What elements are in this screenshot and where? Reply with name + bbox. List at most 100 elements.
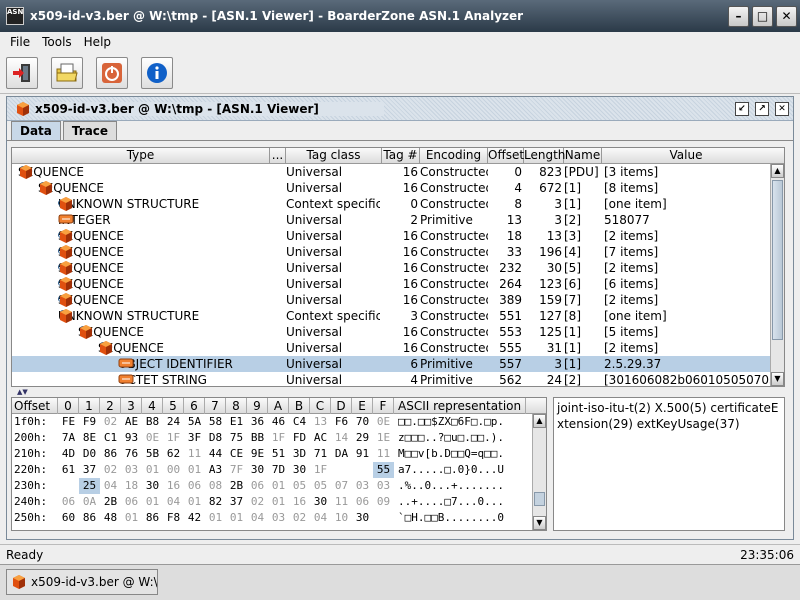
hex-byte[interactable]: 0E — [373, 414, 394, 430]
hex-byte[interactable]: 7F — [226, 462, 247, 478]
hex-byte[interactable]: 93 — [121, 430, 142, 446]
hex-byte[interactable]: 01 — [121, 510, 142, 526]
hex-byte[interactable]: 7A — [58, 430, 79, 446]
hex-byte[interactable]: 58 — [205, 414, 226, 430]
hex-byte[interactable]: 01 — [268, 478, 289, 494]
hex-byte[interactable]: 01 — [142, 462, 163, 478]
table-row[interactable]: SEQUENCE Universal 16 Constructed 33 196 [4] [7… — [12, 244, 784, 260]
hex-byte[interactable]: AE — [121, 414, 142, 430]
table-row[interactable]: UNKNOWN STRUCTURE Context specific 0 Constr… — [12, 196, 784, 212]
hex-byte[interactable]: 2B — [226, 478, 247, 494]
info-button[interactable] — [141, 56, 173, 89]
table-row[interactable]: INTEGER Universal 2 Primitive 13 3 [2] 518077 — [12, 212, 784, 228]
table-row[interactable]: OBJECT IDENTIFIER Universal 6 Primitive 557 3… — [12, 356, 784, 372]
hex-byte[interactable]: 04 — [247, 510, 268, 526]
tree-vertical-scrollbar[interactable]: ▲ ▼ — [770, 164, 784, 386]
hex-byte[interactable]: 76 — [121, 446, 142, 462]
column-name[interactable]: Name — [564, 148, 602, 164]
hex-byte[interactable]: B8 — [142, 414, 163, 430]
minimize-button[interactable]: – — [728, 5, 749, 27]
table-row[interactable]: SEQUENCE Universal 16 Constructed 18 13 [3] [2 … — [12, 228, 784, 244]
hex-byte[interactable]: 8E — [79, 430, 100, 446]
table-row[interactable]: SEQUENCE Universal 16 Constructed 264 123 [6] [… — [12, 276, 784, 292]
hex-byte[interactable]: 25 — [79, 478, 100, 494]
hex-byte[interactable]: F9 — [79, 414, 100, 430]
scroll-thumb[interactable] — [772, 180, 783, 340]
hex-byte[interactable]: BB — [247, 430, 268, 446]
hex-byte[interactable]: 06 — [58, 494, 79, 510]
table-row[interactable]: OCTET STRING Universal 4 Primitive 562 24 [2] [… — [12, 372, 784, 386]
column-tag-class[interactable]: Tag class — [286, 148, 382, 164]
hex-byte[interactable]: 04 — [100, 478, 121, 494]
hex-byte[interactable]: AC — [310, 430, 331, 446]
hex-byte[interactable]: 05 — [289, 478, 310, 494]
table-row[interactable]: SEQUENCE Universal 16 Constructed 389 159 [7] [… — [12, 292, 784, 308]
hex-byte[interactable]: 03 — [352, 478, 373, 494]
hex-byte[interactable]: 1F — [310, 462, 331, 478]
exit-button[interactable] — [6, 56, 38, 89]
hex-byte[interactable]: 11 — [331, 494, 352, 510]
hex-byte[interactable]: 06 — [184, 478, 205, 494]
hex-byte[interactable]: 9E — [247, 446, 268, 462]
hex-byte[interactable]: 16 — [163, 478, 184, 494]
viewer-maximize-button[interactable]: ↗ — [755, 101, 769, 116]
hex-byte[interactable]: 01 — [142, 494, 163, 510]
hex-byte[interactable]: 06 — [121, 494, 142, 510]
hex-byte[interactable]: 11 — [184, 446, 205, 462]
hex-byte[interactable]: 61 — [58, 462, 79, 478]
hex-byte[interactable]: 5A — [184, 414, 205, 430]
hex-byte[interactable]: 46 — [268, 414, 289, 430]
hex-vertical-scrollbar[interactable]: ▲ ▼ — [532, 414, 546, 530]
hex-byte[interactable]: CE — [226, 446, 247, 462]
scroll-down-arrow[interactable]: ▼ — [771, 372, 784, 386]
hex-byte[interactable]: 03 — [268, 510, 289, 526]
hex-byte[interactable]: 1F — [268, 430, 289, 446]
table-row[interactable]: SEQUENCE Universal 16 Constructed 4 672 [1] [8 … — [12, 180, 784, 196]
hex-byte[interactable]: 29 — [352, 430, 373, 446]
hex-byte[interactable]: 18 — [121, 478, 142, 494]
open-button[interactable] — [51, 56, 83, 89]
splitter-handle[interactable]: ▲▼ — [11, 388, 785, 396]
hex-byte[interactable]: 7D — [268, 462, 289, 478]
power-button[interactable] — [96, 56, 128, 89]
hex-byte[interactable]: E1 — [226, 414, 247, 430]
hex-byte[interactable]: 44 — [205, 446, 226, 462]
hex-byte[interactable]: 82 — [205, 494, 226, 510]
hex-byte[interactable]: 02 — [289, 510, 310, 526]
hex-byte[interactable]: 03 — [373, 478, 394, 494]
tab-trace[interactable]: Trace — [62, 121, 118, 140]
hex-byte[interactable]: 10 — [331, 510, 352, 526]
column-offset[interactable]: Offset — [488, 148, 524, 164]
table-row[interactable]: SEQUENCE Universal 16 Constructed 553 125 [1] [… — [12, 324, 784, 340]
hex-byte[interactable]: C1 — [100, 430, 121, 446]
hex-byte[interactable]: 60 — [58, 510, 79, 526]
hex-byte[interactable]: 02 — [100, 414, 121, 430]
hex-byte[interactable]: 1E — [373, 430, 394, 446]
hex-byte[interactable]: 70 — [352, 414, 373, 430]
hex-byte[interactable]: FE — [58, 414, 79, 430]
taskbar-window-item[interactable]: x509-id-v3.ber @ W:\t... — [6, 569, 158, 595]
column-value[interactable]: Value — [602, 148, 770, 164]
table-row[interactable]: SEQUENCE Universal 16 Constructed 0 823 [PDU] [… — [12, 164, 784, 180]
hex-byte[interactable]: 06 — [247, 478, 268, 494]
hex-byte[interactable]: 30 — [310, 494, 331, 510]
hex-byte[interactable]: 36 — [247, 414, 268, 430]
menu-help[interactable]: Help — [78, 35, 117, 49]
hex-byte[interactable]: 55 — [373, 462, 394, 478]
hex-byte[interactable]: F6 — [331, 414, 352, 430]
hex-scroll-down-arrow[interactable]: ▼ — [533, 516, 546, 530]
hex-byte[interactable]: 30 — [142, 478, 163, 494]
hex-byte[interactable]: 51 — [268, 446, 289, 462]
hex-byte[interactable]: 11 — [373, 446, 394, 462]
hex-byte[interactable]: 75 — [226, 430, 247, 446]
hex-byte[interactable]: A3 — [205, 462, 226, 478]
scroll-up-arrow[interactable]: ▲ — [771, 164, 784, 178]
hex-byte[interactable]: 16 — [289, 494, 310, 510]
hex-byte[interactable]: DA — [331, 446, 352, 462]
hex-byte[interactable]: 48 — [100, 510, 121, 526]
hex-byte[interactable]: 91 — [352, 446, 373, 462]
hex-byte[interactable]: 07 — [331, 478, 352, 494]
hex-byte[interactable]: 01 — [205, 510, 226, 526]
hex-byte[interactable]: 86 — [79, 510, 100, 526]
hex-byte[interactable]: 71 — [310, 446, 331, 462]
